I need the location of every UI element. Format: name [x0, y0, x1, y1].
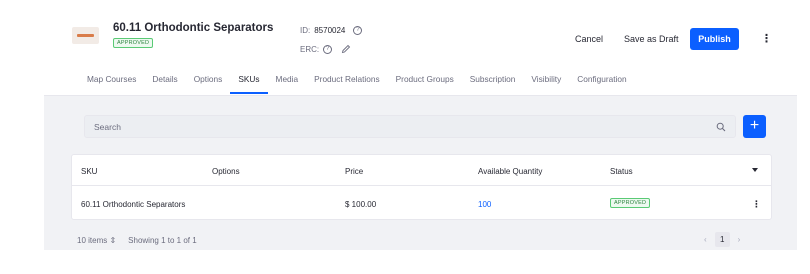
items-per-page-select[interactable]: 10 items ⇕	[77, 236, 116, 245]
product-edit-page: 60.11 Orthodontic Separators APPROVED ID…	[0, 0, 810, 274]
column-header-options[interactable]: Options	[212, 167, 240, 176]
save-draft-button[interactable]: Save as Draft	[624, 34, 679, 44]
search-icon[interactable]	[716, 122, 726, 132]
tab-product-groups[interactable]: Product Groups	[388, 72, 462, 94]
row-divider	[72, 185, 771, 186]
column-header-sku[interactable]: SKU	[81, 167, 97, 176]
tab-configuration[interactable]: Configuration	[569, 72, 634, 94]
sort-dropdown-icon[interactable]	[752, 168, 758, 172]
prev-page-icon[interactable]: ‹	[704, 235, 707, 244]
tab-map-courses[interactable]: Map Courses	[79, 72, 144, 94]
tab-bar: Map Courses Details Options SKUs Media P…	[79, 72, 635, 94]
table-cell-sku[interactable]: 60.11 Orthodontic Separators	[81, 200, 185, 209]
product-id-row: ID: 8570024 ?	[300, 26, 363, 35]
more-actions-icon[interactable]: ⋮	[761, 34, 772, 45]
id-value: 8570024	[314, 26, 346, 35]
next-page-icon[interactable]: ›	[738, 235, 741, 244]
search-input[interactable]: Search	[84, 115, 736, 138]
column-header-status[interactable]: Status	[610, 167, 633, 176]
id-label: ID:	[300, 26, 311, 35]
table-cell-quantity: 100	[478, 200, 492, 209]
page-number-button[interactable]: 1	[714, 232, 730, 247]
pagination: ‹ 1 ›	[704, 232, 740, 247]
pagination-info: 10 items ⇕ Showing 1 to 1 of 1	[77, 236, 197, 245]
tab-subscription[interactable]: Subscription	[462, 72, 524, 94]
row-actions-icon[interactable]: ⋮	[752, 200, 761, 209]
column-header-price[interactable]: Price	[345, 167, 363, 176]
tab-options[interactable]: Options	[186, 72, 231, 94]
product-title: 60.11 Orthodontic Separators	[113, 22, 274, 34]
product-thumbnail	[72, 27, 99, 44]
pencil-icon[interactable]	[341, 44, 351, 54]
table-cell-price: $ 100.00	[345, 200, 377, 209]
skus-panel: Search + SKU Options Price Available Qua…	[44, 96, 797, 250]
search-placeholder: Search	[94, 122, 121, 132]
product-header: 60.11 Orthodontic Separators APPROVED ID…	[44, 0, 797, 96]
product-erc-row: ERC: ?	[300, 44, 351, 54]
tab-visibility[interactable]: Visibility	[523, 72, 569, 94]
cancel-button[interactable]: Cancel	[575, 34, 603, 44]
help-icon[interactable]: ?	[353, 26, 363, 35]
column-header-quantity[interactable]: Available Quantity	[478, 167, 542, 176]
erc-help-icon[interactable]: ?	[323, 44, 333, 54]
tab-media[interactable]: Media	[268, 72, 307, 94]
product-status-badge: APPROVED	[113, 38, 154, 48]
showing-results-text: Showing 1 to 1 of 1	[128, 236, 197, 245]
tab-skus[interactable]: SKUs	[230, 72, 268, 94]
publish-button[interactable]: Publish	[690, 28, 739, 50]
add-sku-button[interactable]: +	[743, 115, 766, 138]
tab-product-relations[interactable]: Product Relations	[306, 72, 388, 94]
erc-label: ERC:	[300, 44, 320, 54]
skus-table: SKU Options Price Available Quantity Sta…	[71, 154, 772, 220]
tab-details[interactable]: Details	[144, 72, 185, 94]
table-cell-status-badge: APPROVED	[610, 198, 651, 208]
